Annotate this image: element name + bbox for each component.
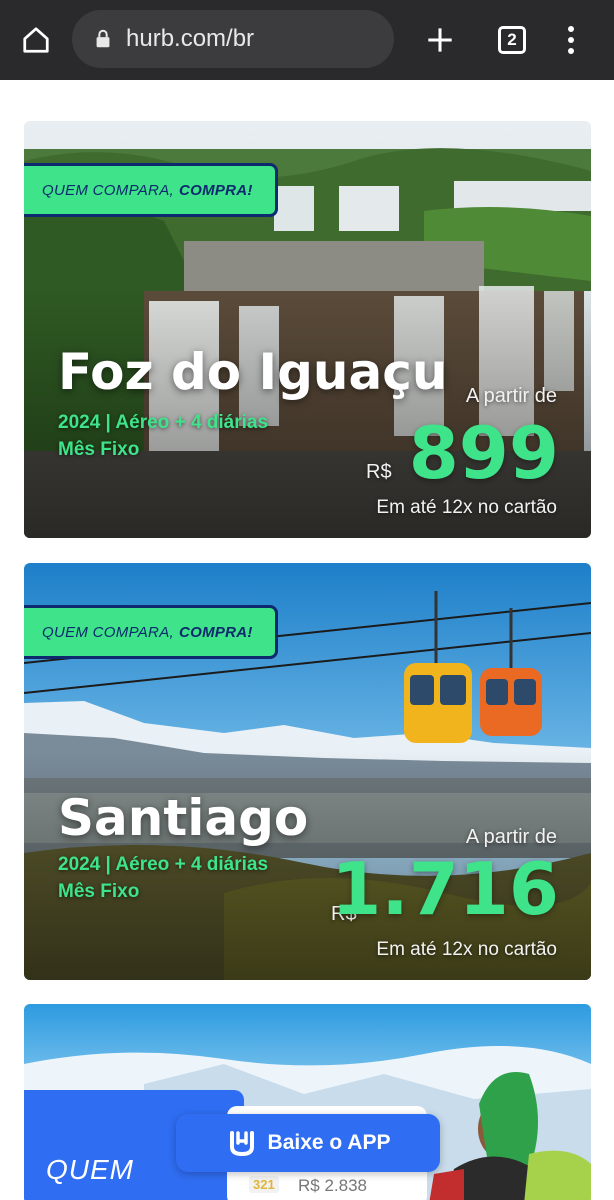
offer-card-foz[interactable]: QUEM COMPARA, COMPRA! Foz do Iguaçu 2024… [24, 121, 591, 538]
promo-tag-emphasis: COMPRA! [178, 623, 253, 641]
package-details: 2024 | Aéreo + 4 diárias Mês Fixo [58, 851, 268, 905]
browser-toolbar: hurb.com/br 2 [0, 0, 614, 80]
compare-price: R$ 2.838 [298, 1176, 367, 1195]
more-vert-icon[interactable] [556, 20, 586, 60]
installments-text: Em até 12x no cartão [376, 939, 557, 960]
installments-text: Em até 12x no cartão [376, 497, 557, 518]
promo-tag: QUEM COMPARA, COMPRA! [24, 163, 278, 217]
promo-tag-prefix: QUEM COMPARA, [42, 623, 174, 641]
promo-tag-emphasis: COMPRA! [178, 181, 253, 199]
download-app-button[interactable]: Baixe o APP [176, 1114, 440, 1172]
home-button[interactable] [16, 20, 56, 60]
url-text: hurb.com/br [126, 25, 255, 52]
promo-tag-prefix: QUEM COMPARA, [42, 181, 174, 199]
promo-tag: QUEM COMPARA, COMPRA! [24, 605, 278, 659]
from-label: A partir de [465, 826, 557, 848]
tab-count: 2 [507, 30, 517, 49]
plus-icon [428, 28, 452, 52]
package-line-1: 2024 | Aéreo + 4 diárias [58, 412, 269, 433]
from-label: A partir de [465, 385, 557, 407]
package-details: 2024 | Aéreo + 4 diárias Mês Fixo [58, 409, 268, 463]
destination-title: Foz do Iguaçu [58, 343, 448, 401]
package-line-1: 2024 | Aéreo + 4 diárias [58, 854, 269, 875]
headline-text: QUEM [46, 1154, 134, 1185]
package-line-2: Mês Fixo [58, 881, 140, 902]
price-value: 899 [408, 411, 559, 495]
currency-label: R$ [366, 461, 392, 483]
home-icon [23, 27, 49, 53]
package-line-2: Mês Fixo [58, 439, 140, 460]
lock-icon [96, 29, 110, 48]
download-app-label: Baixe o APP [267, 1131, 391, 1154]
hurb-logo-icon [229, 1131, 254, 1157]
tab-switcher-button[interactable]: 2 [494, 22, 530, 58]
price-value: 1.716 [331, 847, 559, 931]
new-tab-button[interactable] [420, 20, 460, 60]
address-bar[interactable]: hurb.com/br [72, 10, 394, 68]
destination-title: Santiago [58, 789, 309, 847]
tabs-icon: 2 [498, 26, 526, 54]
offer-card-santiago[interactable]: QUEM COMPARA, COMPRA! Santiago 2024 | Aé… [24, 563, 591, 980]
rating-badge: 321 [249, 1176, 279, 1193]
